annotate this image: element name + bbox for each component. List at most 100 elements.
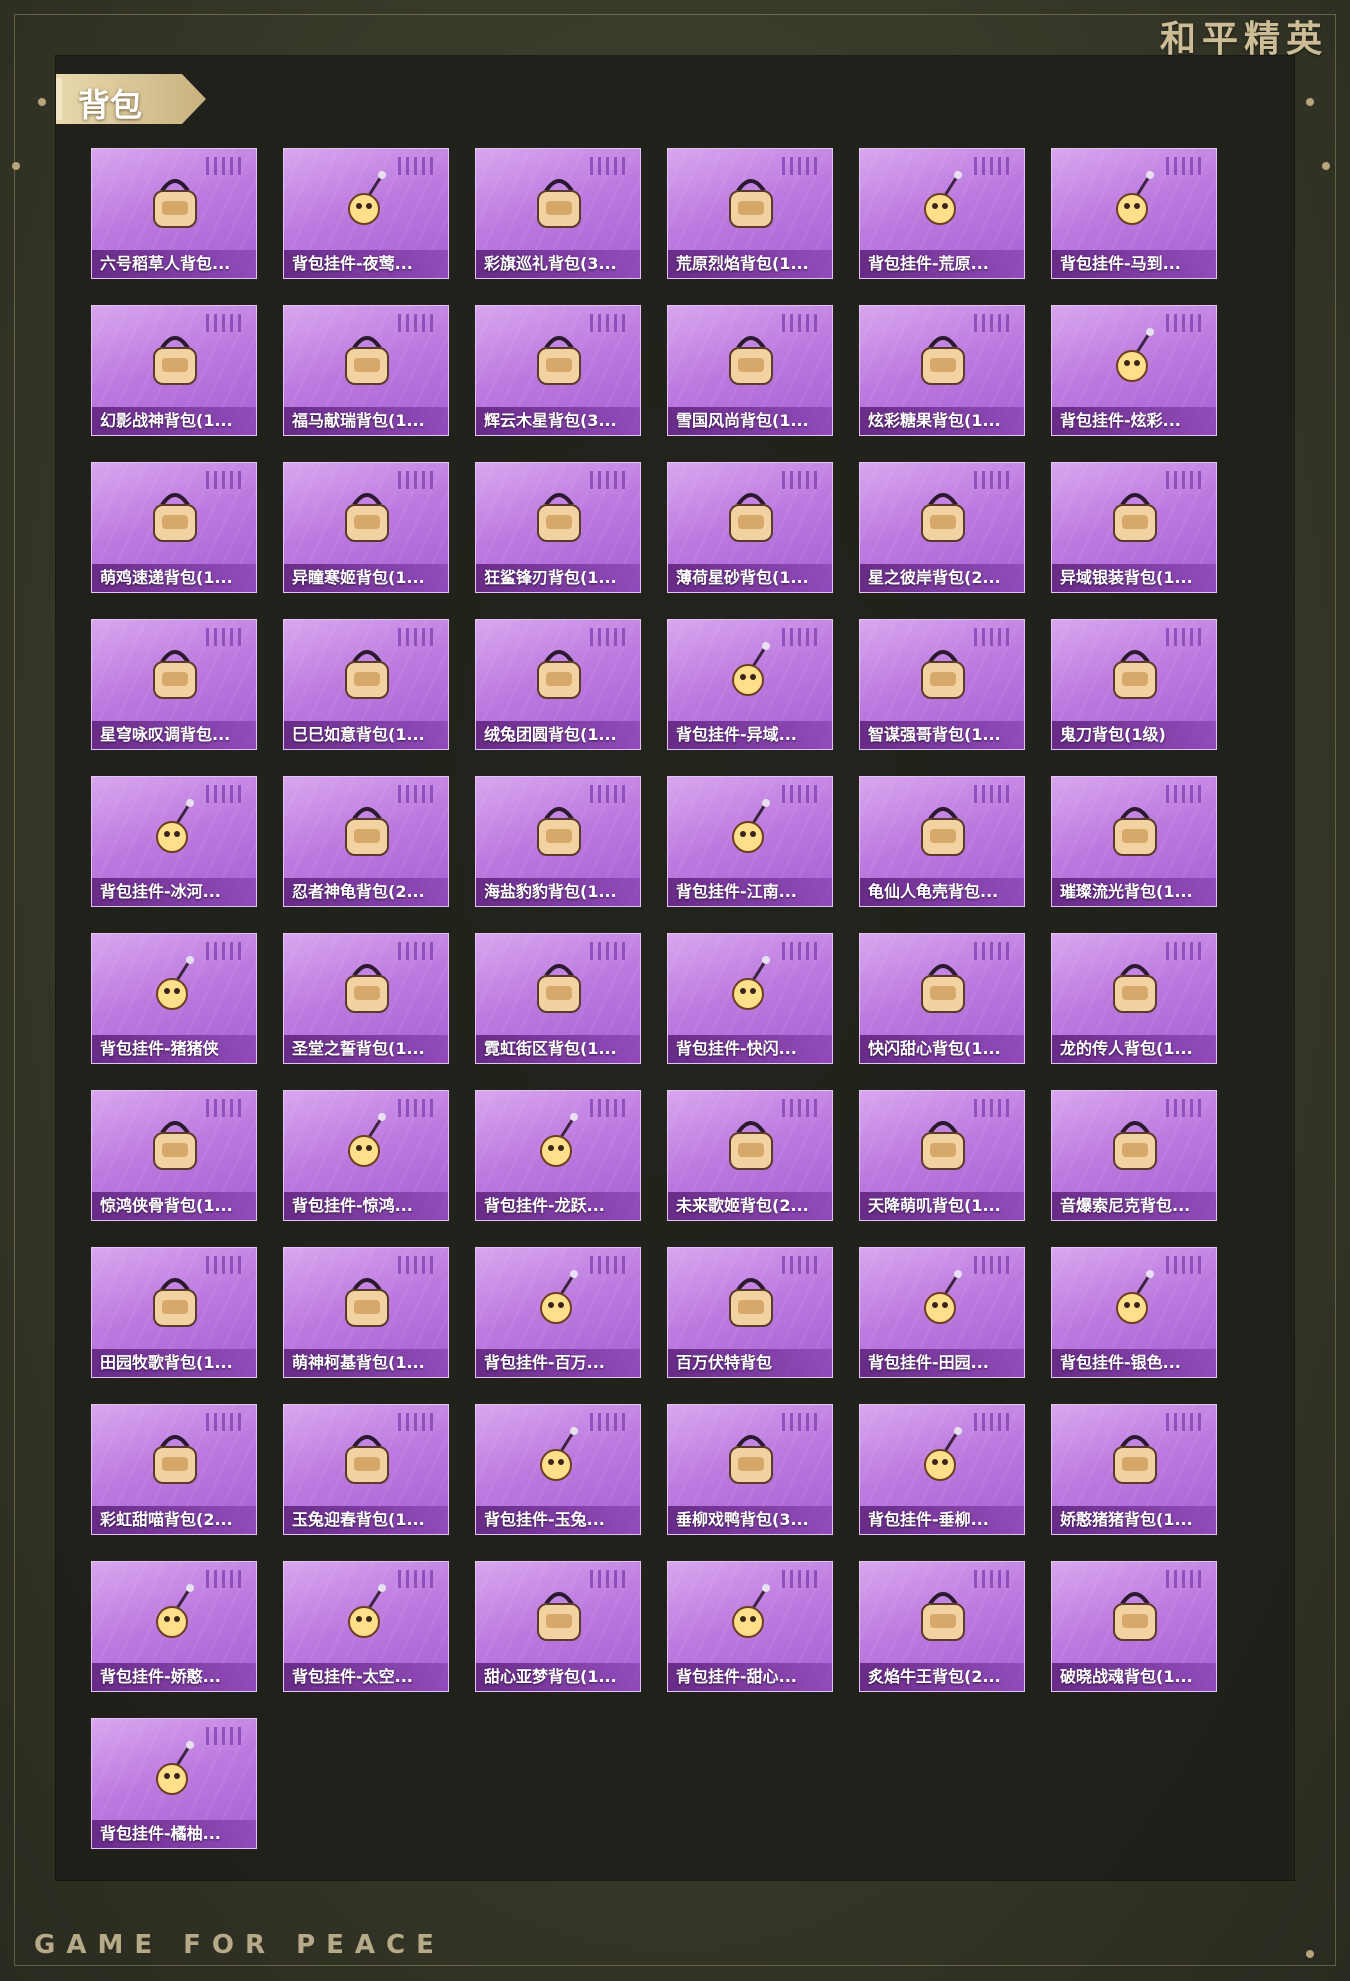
item-label: 背包挂件-玉兔... bbox=[476, 1506, 640, 1534]
item-card[interactable]: 背包挂件-甜心... bbox=[667, 1561, 833, 1692]
item-card[interactable]: 背包挂件-百万... bbox=[475, 1247, 641, 1378]
item-card[interactable]: 霓虹街区背包(1... bbox=[475, 933, 641, 1064]
item-card[interactable]: 幻影战神背包(1... bbox=[91, 305, 257, 436]
item-card[interactable]: 狂鲨锋刃背包(1... bbox=[475, 462, 641, 593]
item-card[interactable]: 异瞳寒姬背包(1... bbox=[283, 462, 449, 593]
item-card[interactable]: 背包挂件-炫彩... bbox=[1051, 305, 1217, 436]
item-card[interactable]: 忍者神龟背包(2... bbox=[283, 776, 449, 907]
item-label: 背包挂件-田园... bbox=[860, 1349, 1024, 1377]
item-card[interactable]: 田园牧歌背包(1... bbox=[91, 1247, 257, 1378]
item-label: 甜心亚梦背包(1... bbox=[476, 1663, 640, 1691]
backpack-icon bbox=[908, 1109, 978, 1179]
item-card[interactable]: 智谋强哥背包(1... bbox=[859, 619, 1025, 750]
backpack-icon bbox=[140, 167, 210, 237]
item-card[interactable]: 玉兔迎春背包(1... bbox=[283, 1404, 449, 1535]
item-card[interactable]: 鬼刀背包(1级) bbox=[1051, 619, 1217, 750]
item-card[interactable]: 萌鸡速递背包(1... bbox=[91, 462, 257, 593]
item-card[interactable]: 背包挂件-橘柚... bbox=[91, 1718, 257, 1849]
rarity-bars-icon bbox=[590, 785, 626, 803]
item-card[interactable]: 彩虹甜喵背包(2... bbox=[91, 1404, 257, 1535]
item-card[interactable]: 背包挂件-垂柳... bbox=[859, 1404, 1025, 1535]
item-card[interactable]: 龟仙人龟壳背包... bbox=[859, 776, 1025, 907]
item-card[interactable]: 背包挂件-江南... bbox=[667, 776, 833, 907]
backpack-icon bbox=[332, 481, 402, 551]
item-card[interactable]: 未来歌姬背包(2... bbox=[667, 1090, 833, 1221]
item-card[interactable]: 雪国风尚背包(1... bbox=[667, 305, 833, 436]
backpack-icon bbox=[524, 324, 594, 394]
item-card[interactable]: 星穹咏叹调背包... bbox=[91, 619, 257, 750]
item-card[interactable]: 背包挂件-马到... bbox=[1051, 148, 1217, 279]
rarity-bars-icon bbox=[974, 157, 1010, 175]
item-card[interactable]: 福马献瑞背包(1... bbox=[283, 305, 449, 436]
item-card[interactable]: 背包挂件-银色... bbox=[1051, 1247, 1217, 1378]
rarity-bars-icon bbox=[590, 1570, 626, 1588]
rarity-bars-icon bbox=[590, 314, 626, 332]
item-card[interactable]: 娇憨猪猪背包(1... bbox=[1051, 1404, 1217, 1535]
item-card[interactable]: 垂柳戏鸭背包(3... bbox=[667, 1404, 833, 1535]
item-label: 狂鲨锋刃背包(1... bbox=[476, 564, 640, 592]
brand-title: 和平精英 bbox=[1159, 18, 1328, 60]
item-card[interactable]: 萌神柯基背包(1... bbox=[283, 1247, 449, 1378]
item-card[interactable]: 辉云木星背包(3... bbox=[475, 305, 641, 436]
item-card[interactable]: 背包挂件-玉兔... bbox=[475, 1404, 641, 1535]
item-card[interactable]: 天降萌叽背包(1... bbox=[859, 1090, 1025, 1221]
backpack-icon bbox=[908, 795, 978, 865]
backpack-icon bbox=[524, 795, 594, 865]
item-card[interactable]: 百万伏特背包 bbox=[667, 1247, 833, 1378]
section-tab-accent bbox=[56, 78, 62, 120]
item-card[interactable]: 背包挂件-太空... bbox=[283, 1561, 449, 1692]
item-card[interactable]: 巳巳如意背包(1... bbox=[283, 619, 449, 750]
item-card[interactable]: 圣堂之誓背包(1... bbox=[283, 933, 449, 1064]
item-card[interactable]: 背包挂件-冰河... bbox=[91, 776, 257, 907]
item-label: 未来歌姬背包(2... bbox=[668, 1192, 832, 1220]
item-card[interactable]: 六号稻草人背包... bbox=[91, 148, 257, 279]
charm-icon bbox=[140, 795, 210, 865]
item-card[interactable]: 璀璨流光背包(1... bbox=[1051, 776, 1217, 907]
item-label: 异瞳寒姬背包(1... bbox=[284, 564, 448, 592]
item-card[interactable]: 音爆索尼克背包... bbox=[1051, 1090, 1217, 1221]
backpack-icon bbox=[1100, 481, 1170, 551]
item-card[interactable]: 薄荷星砂背包(1... bbox=[667, 462, 833, 593]
charm-icon bbox=[332, 1109, 402, 1179]
rarity-bars-icon bbox=[974, 471, 1010, 489]
rarity-bars-icon bbox=[782, 628, 818, 646]
item-card[interactable]: 背包挂件-惊鸿... bbox=[283, 1090, 449, 1221]
item-card[interactable]: 惊鸿侠骨背包(1... bbox=[91, 1090, 257, 1221]
backpack-icon bbox=[1100, 1423, 1170, 1493]
item-card[interactable]: 绒兔团圆背包(1... bbox=[475, 619, 641, 750]
item-card[interactable]: 荒原烈焰背包(1... bbox=[667, 148, 833, 279]
item-card[interactable]: 甜心亚梦背包(1... bbox=[475, 1561, 641, 1692]
item-card[interactable]: 炙焰牛王背包(2... bbox=[859, 1561, 1025, 1692]
item-card[interactable]: 异域银装背包(1... bbox=[1051, 462, 1217, 593]
item-card[interactable]: 背包挂件-夜莺... bbox=[283, 148, 449, 279]
rarity-bars-icon bbox=[398, 157, 434, 175]
item-label: 背包挂件-惊鸿... bbox=[284, 1192, 448, 1220]
rarity-bars-icon bbox=[1166, 157, 1202, 175]
item-card[interactable]: 快闪甜心背包(1... bbox=[859, 933, 1025, 1064]
item-card[interactable]: 背包挂件-猪猪侠 bbox=[91, 933, 257, 1064]
item-card[interactable]: 背包挂件-快闪... bbox=[667, 933, 833, 1064]
item-card[interactable]: 龙的传人背包(1... bbox=[1051, 933, 1217, 1064]
item-card[interactable]: 海盐豹豹背包(1... bbox=[475, 776, 641, 907]
item-label: 天降萌叽背包(1... bbox=[860, 1192, 1024, 1220]
item-label: 背包挂件-龙跃... bbox=[476, 1192, 640, 1220]
item-card[interactable]: 背包挂件-荒原... bbox=[859, 148, 1025, 279]
item-label: 萌鸡速递背包(1... bbox=[92, 564, 256, 592]
item-label: 海盐豹豹背包(1... bbox=[476, 878, 640, 906]
item-card[interactable]: 星之彼岸背包(2... bbox=[859, 462, 1025, 593]
item-label: 背包挂件-垂柳... bbox=[860, 1506, 1024, 1534]
item-card[interactable]: 彩旗巡礼背包(3... bbox=[475, 148, 641, 279]
item-card[interactable]: 背包挂件-娇憨... bbox=[91, 1561, 257, 1692]
item-card[interactable]: 炫彩糖果背包(1... bbox=[859, 305, 1025, 436]
item-label: 圣堂之誓背包(1... bbox=[284, 1035, 448, 1063]
rarity-bars-icon bbox=[1166, 314, 1202, 332]
item-card[interactable]: 背包挂件-田园... bbox=[859, 1247, 1025, 1378]
item-card[interactable]: 破晓战魂背包(1... bbox=[1051, 1561, 1217, 1692]
item-label: 垂柳戏鸭背包(3... bbox=[668, 1506, 832, 1534]
item-label: 背包挂件-冰河... bbox=[92, 878, 256, 906]
item-card[interactable]: 背包挂件-异域... bbox=[667, 619, 833, 750]
rarity-bars-icon bbox=[590, 1413, 626, 1431]
item-card[interactable]: 背包挂件-龙跃... bbox=[475, 1090, 641, 1221]
rarity-bars-icon bbox=[590, 942, 626, 960]
charm-icon bbox=[716, 952, 786, 1022]
